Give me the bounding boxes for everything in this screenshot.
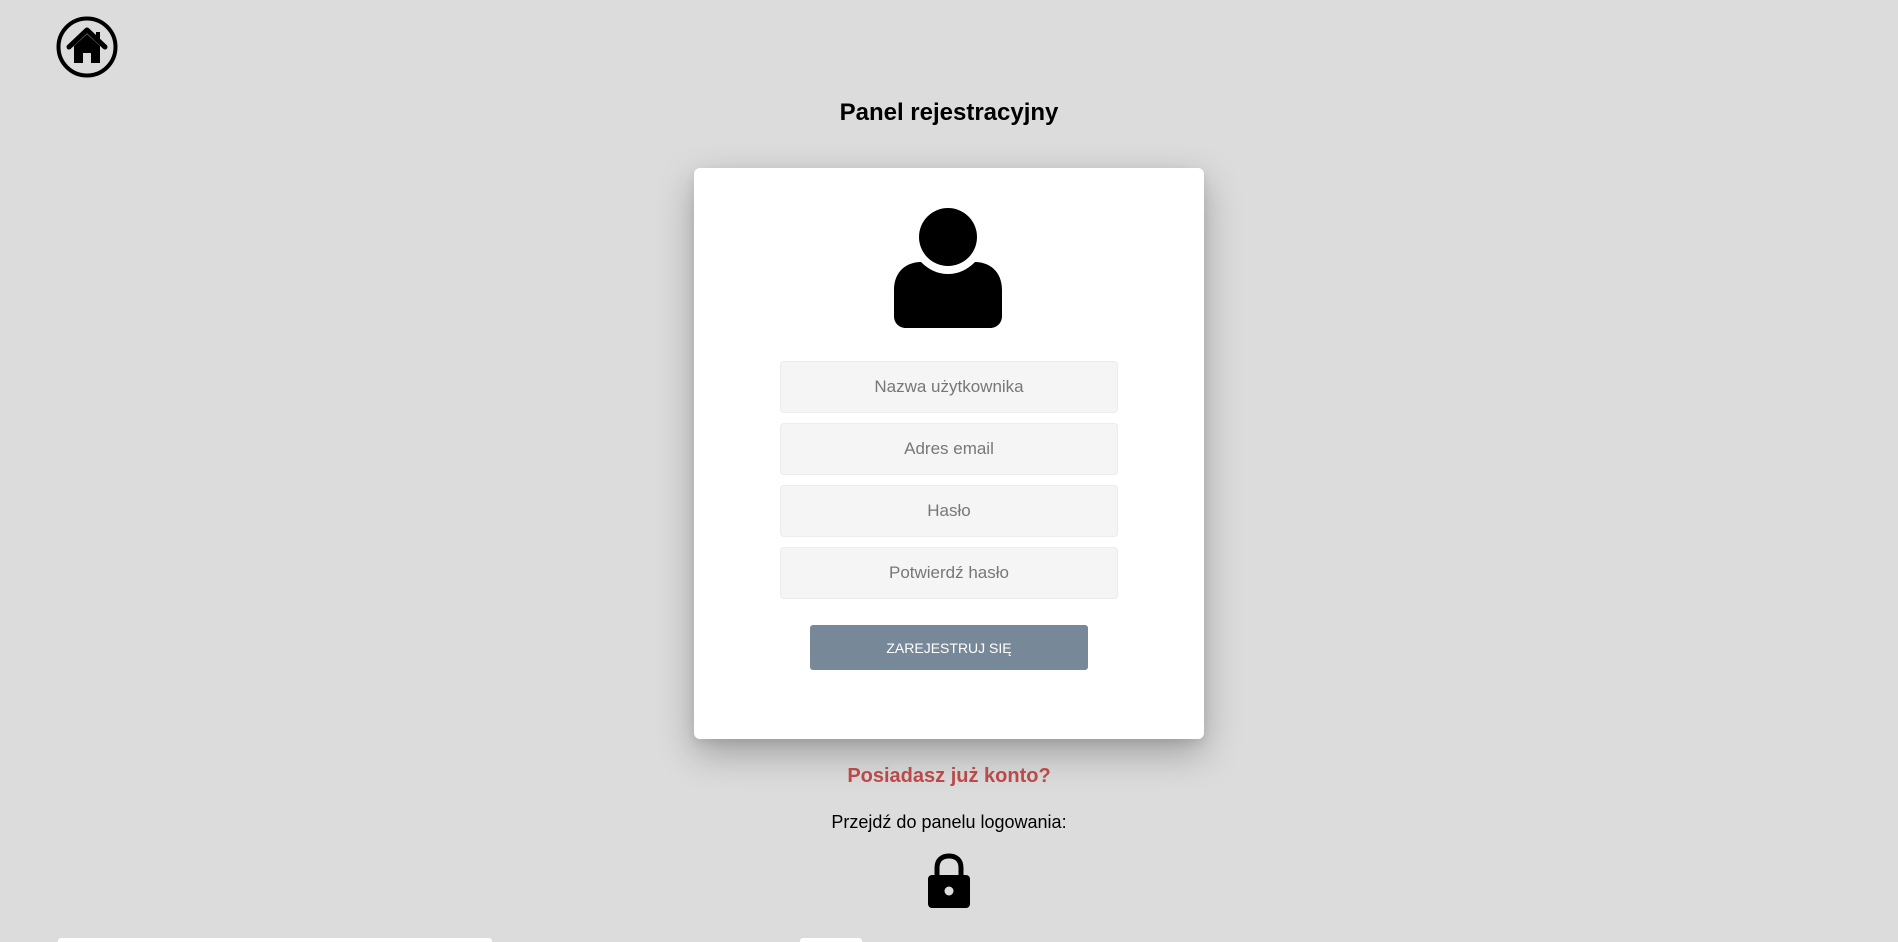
password-field[interactable] xyxy=(780,485,1118,537)
email-field[interactable] xyxy=(780,423,1118,475)
account-question: Posiadasz już konto? xyxy=(847,765,1051,787)
login-prompt: Przejdź do panelu logowania: xyxy=(831,812,1067,832)
home-link[interactable] xyxy=(56,16,118,78)
lock-icon xyxy=(928,853,970,908)
registration-card: ZAREJESTRUJ SIĘ xyxy=(694,168,1204,739)
bottom-panel-edge-small xyxy=(800,938,862,942)
confirm-password-field[interactable] xyxy=(780,547,1118,599)
page-title: Panel rejestracyjny xyxy=(839,99,1059,126)
login-link[interactable] xyxy=(926,853,972,909)
username-field[interactable] xyxy=(780,361,1118,413)
register-button[interactable]: ZAREJESTRUJ SIĘ xyxy=(810,625,1088,670)
user-icon xyxy=(894,208,1002,328)
bottom-panel-edge xyxy=(58,938,492,942)
home-icon xyxy=(56,16,118,78)
